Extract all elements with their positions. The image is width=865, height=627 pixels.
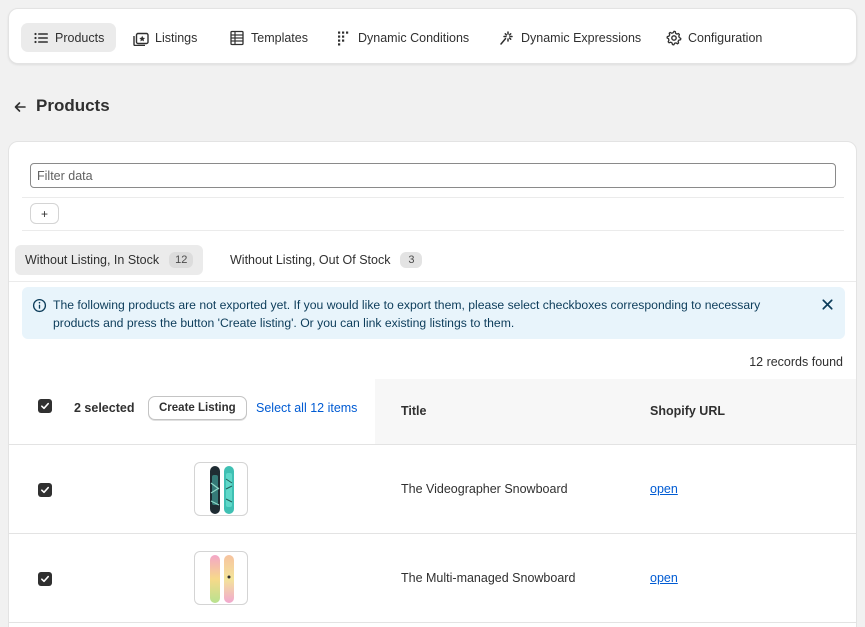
- nav-configuration[interactable]: Configuration: [654, 23, 774, 52]
- table-row[interactable]: The Multi-managed Snowboard open: [9, 534, 856, 623]
- nav-templates[interactable]: Templates: [217, 23, 320, 52]
- divider: [22, 197, 844, 198]
- nav-dynamic-expressions[interactable]: Dynamic Expressions: [487, 23, 653, 52]
- back-arrow-icon[interactable]: [12, 99, 28, 115]
- page-title: Products: [36, 96, 110, 115]
- tab-count-badge: 12: [169, 252, 194, 268]
- snowboard-image: [210, 466, 234, 514]
- nav-label: Listings: [155, 30, 198, 45]
- product-title: The Multi-managed Snowboard: [401, 571, 576, 585]
- check-icon: [41, 486, 49, 494]
- tab-in-stock[interactable]: Without Listing, In Stock 12: [15, 245, 204, 275]
- select-all-checkbox[interactable]: [38, 399, 52, 413]
- shopify-open-link[interactable]: open: [650, 571, 678, 585]
- info-icon: [32, 298, 47, 313]
- nav-label: Configuration: [688, 30, 763, 45]
- select-all-link[interactable]: Select all 12 items: [256, 401, 357, 415]
- templates-icon: [230, 30, 244, 45]
- list-icon: [34, 32, 48, 43]
- create-listing-button[interactable]: Create Listing: [148, 396, 247, 420]
- table-header-columns: [375, 379, 856, 444]
- info-banner: The following products are not exported …: [22, 287, 845, 339]
- gear-icon: [666, 30, 682, 45]
- row-checkbox[interactable]: [38, 572, 52, 586]
- product-title: The Videographer Snowboard: [401, 482, 568, 496]
- tab-out-of-stock[interactable]: Without Listing, Out Of Stock 3: [220, 245, 432, 275]
- nav-dynamic-conditions[interactable]: Dynamic Conditions: [324, 23, 481, 52]
- check-icon: [41, 402, 49, 410]
- shopify-open-link[interactable]: open: [650, 482, 678, 496]
- snowboard-image: [210, 555, 234, 603]
- nav-products[interactable]: Products: [21, 23, 117, 52]
- table-header: 2 selected Create Listing Select all 12 …: [9, 379, 856, 445]
- nav-label: Products: [55, 30, 105, 45]
- table-row[interactable]: The Videographer Snowboard open: [9, 445, 856, 534]
- nav-label: Templates: [251, 30, 308, 45]
- product-thumbnail: [194, 551, 248, 605]
- nav-label: Dynamic Conditions: [358, 30, 470, 45]
- nav-listings[interactable]: Listings: [121, 23, 209, 52]
- records-count: 12 records found: [749, 355, 843, 369]
- column-header-shopify-url: Shopify URL: [650, 404, 725, 418]
- product-thumbnail: [194, 462, 248, 516]
- nav-label: Dynamic Expressions: [521, 30, 642, 45]
- add-filter-button[interactable]: +: [30, 203, 59, 224]
- check-icon: [41, 575, 49, 583]
- products-card: + Without Listing, In Stock 12 Without L…: [8, 141, 857, 627]
- tab-label: Without Listing, In Stock: [25, 253, 160, 267]
- tab-count-badge: 3: [400, 252, 423, 268]
- conditions-icon: [338, 31, 349, 45]
- listings-icon: [133, 32, 149, 46]
- column-header-title: Title: [401, 404, 427, 418]
- divider: [9, 281, 856, 282]
- close-icon[interactable]: [820, 297, 835, 312]
- tab-label: Without Listing, Out Of Stock: [230, 253, 391, 267]
- selected-count: 2 selected: [74, 401, 135, 415]
- divider: [22, 230, 844, 231]
- filter-input[interactable]: [30, 163, 836, 188]
- banner-message: The following products are not exported …: [53, 298, 761, 330]
- top-navigation: Products Listings Templates Dynamic Cond…: [8, 8, 857, 64]
- row-checkbox[interactable]: [38, 483, 52, 497]
- sparkle-icon: [500, 30, 513, 45]
